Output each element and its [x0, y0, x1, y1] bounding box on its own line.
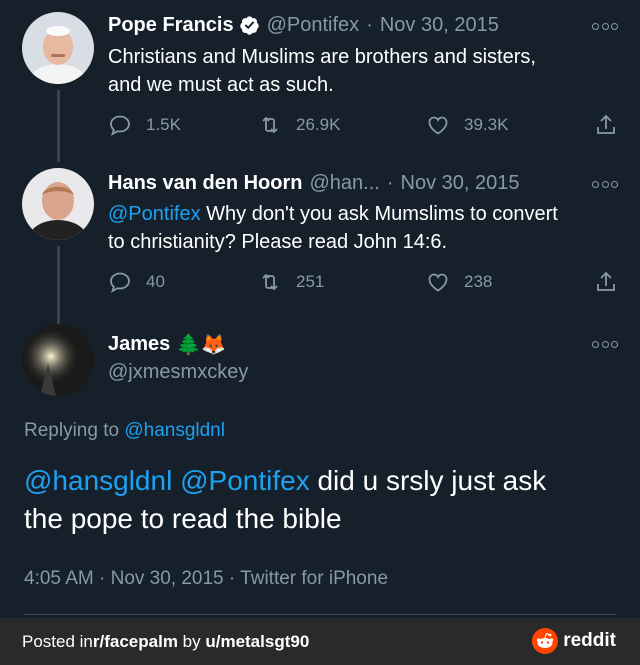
separator-dot: ·	[366, 14, 373, 36]
author-handle[interactable]: @han...	[309, 172, 379, 195]
author-name[interactable]: Hans van den Hoorn	[108, 172, 302, 195]
posted-in-label: Posted in	[22, 631, 93, 651]
tweet-hans[interactable]: Hans van den Hoorn @han... · Nov 30, 201…	[0, 160, 640, 334]
mention-link[interactable]: @hansgldnl	[24, 465, 172, 496]
tweet-actions: 1.5K 26.9K 39.3K	[108, 113, 620, 139]
tweet-text: Christians and Muslims are brothers and …	[108, 46, 536, 96]
reply-count: 1.5K	[146, 115, 181, 134]
heart-icon	[428, 273, 448, 292]
thread-line	[57, 90, 60, 162]
avatar-hans[interactable]	[22, 168, 94, 240]
avatar-james[interactable]	[22, 324, 94, 396]
like-count: 238	[464, 272, 493, 291]
more-options-icon[interactable]	[592, 20, 618, 32]
retweet-icon	[262, 116, 278, 134]
share-icon	[597, 271, 615, 291]
main-tweet-text: @hansgldnl @Pontifex did u srsly just as…	[24, 465, 547, 534]
reddit-wordmark: reddit	[563, 630, 616, 651]
tweet-date[interactable]: Nov 30, 2015	[380, 14, 499, 37]
like-button[interactable]: 39.3K	[426, 113, 508, 137]
tweet-james[interactable]: James 🌲🦊 @jxmesmxckey Replying to @hansg…	[0, 320, 640, 618]
reply-icon	[110, 272, 130, 293]
tweet-text: @Pontifex Why don't you ask Mumslims to …	[108, 203, 558, 253]
tweet-date[interactable]: Nov 30, 2015	[401, 172, 520, 195]
replying-to-link[interactable]: @hansgldnl	[124, 420, 225, 441]
divider	[24, 614, 616, 615]
author-name[interactable]: James	[108, 333, 170, 356]
by-label: by	[177, 631, 206, 651]
more-options-icon[interactable]	[592, 178, 618, 190]
tweet-pope[interactable]: Pope Francis @Pontifex · Nov 30, 2015 Ch…	[0, 0, 640, 162]
reddit-icon	[532, 628, 559, 654]
avatar-pope[interactable]	[22, 12, 94, 84]
retweet-button[interactable]: 251	[258, 270, 324, 294]
mention-link[interactable]: @Pontifex	[108, 203, 201, 225]
like-button[interactable]: 238	[426, 270, 492, 294]
author-handle[interactable]: @Pontifex	[267, 14, 360, 37]
user-link[interactable]: u/metalsgt90	[205, 632, 309, 652]
share-button[interactable]	[594, 270, 632, 294]
retweet-button[interactable]: 26.9K	[258, 113, 340, 137]
name-emoji: 🌲🦊	[176, 334, 227, 356]
subreddit-link[interactable]: r/facepalm	[93, 632, 178, 652]
author-name[interactable]: Pope Francis	[108, 14, 234, 37]
verified-badge-icon	[239, 15, 260, 36]
share-icon	[597, 114, 615, 134]
reply-button[interactable]: 40	[108, 270, 165, 294]
tweet-timestamp[interactable]: 4:05 AM · Nov 30, 2015 · Twitter for iPh…	[24, 568, 388, 590]
retweet-icon	[262, 273, 278, 291]
tweet-actions: 40 251 238	[108, 270, 620, 296]
author-handle[interactable]: @jxmesmxckey	[108, 361, 248, 384]
mention-link[interactable]: @Pontifex	[180, 465, 310, 496]
heart-icon	[428, 116, 448, 135]
separator-dot: ·	[386, 172, 394, 194]
like-count: 39.3K	[464, 115, 509, 134]
replying-to: Replying to @hansgldnl	[24, 420, 225, 441]
reply-icon	[110, 115, 130, 136]
reddit-footer: Posted in r/facepalm by u/metalsgt90 red…	[0, 618, 640, 665]
reddit-logo: reddit	[532, 628, 616, 654]
reply-count: 40	[146, 272, 165, 291]
share-button[interactable]	[594, 113, 632, 137]
more-options-icon[interactable]	[592, 338, 618, 350]
retweet-count: 26.9K	[296, 115, 341, 134]
reply-button[interactable]: 1.5K	[108, 113, 181, 137]
retweet-count: 251	[296, 272, 325, 291]
